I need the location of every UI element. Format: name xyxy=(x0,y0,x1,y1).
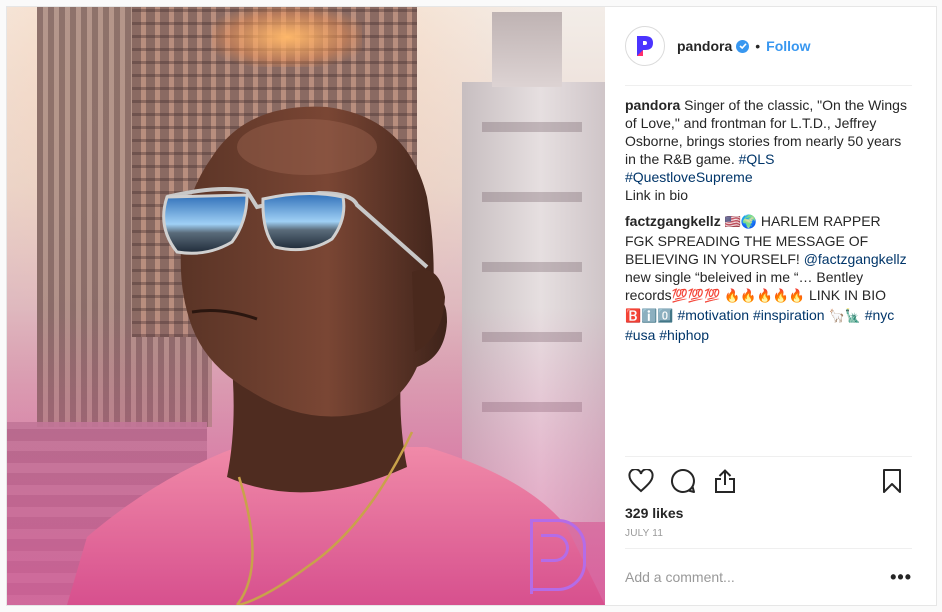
post-date[interactable]: JULY 11 xyxy=(625,526,912,548)
post-actions xyxy=(625,456,912,504)
hashtag-link[interactable]: #motivation xyxy=(677,307,749,323)
comment-icon[interactable] xyxy=(667,465,699,497)
comment-username[interactable]: factzgangkellz xyxy=(625,213,721,229)
post-header: pandora • Follow xyxy=(625,7,912,86)
instagram-post: pandora • Follow pandora Singer of the c… xyxy=(6,6,937,606)
flag-globe-emoji: 🇺🇸🌍 xyxy=(724,215,757,230)
hashtag-link[interactable]: #QuestloveSupreme xyxy=(625,169,753,185)
hashtag-link[interactable]: #inspiration xyxy=(753,307,825,323)
comment-text: LINK IN BIO xyxy=(808,287,886,303)
comments-list: pandora Singer of the classic, "On the W… xyxy=(605,86,936,456)
follow-button[interactable]: Follow xyxy=(766,38,810,54)
photo-man-portrait xyxy=(67,106,605,605)
mention-link[interactable]: @factzgangkellz xyxy=(804,251,907,267)
account-username[interactable]: pandora xyxy=(677,38,732,54)
hashtag-link[interactable]: #usa xyxy=(625,327,655,343)
llama-liberty-emoji: 🦙🗽 xyxy=(828,309,861,324)
post-photo[interactable] xyxy=(7,7,605,605)
hundred-emoji: 💯💯💯 xyxy=(671,289,721,304)
header-separator: • xyxy=(755,38,761,54)
verified-badge-icon xyxy=(736,39,750,53)
more-options-icon[interactable]: ••• xyxy=(890,567,912,588)
add-comment-bar: ••• xyxy=(625,548,912,605)
hashtag-link[interactable]: #nyc xyxy=(865,307,895,323)
comment-input[interactable] xyxy=(625,569,865,585)
caption-link-in-bio: Link in bio xyxy=(625,187,689,203)
hashtag-link[interactable]: #QLS xyxy=(739,151,775,167)
bio-emoji: 🅱️ℹ️0️⃣ xyxy=(625,309,674,324)
pandora-logo-icon[interactable] xyxy=(625,26,665,66)
heart-icon[interactable] xyxy=(625,465,657,497)
bookmark-icon[interactable] xyxy=(876,465,908,497)
comment-item: factzgangkellz 🇺🇸🌍 HARLEM RAPPER FGK SPR… xyxy=(625,212,912,344)
caption-username[interactable]: pandora xyxy=(625,97,680,113)
share-icon[interactable] xyxy=(709,465,741,497)
fire-emoji: 🔥🔥🔥🔥🔥 xyxy=(724,289,806,304)
post-side-panel: pandora • Follow pandora Singer of the c… xyxy=(605,7,936,605)
hashtag-link[interactable]: #hiphop xyxy=(659,327,709,343)
pandora-watermark-logo xyxy=(530,519,586,594)
likes-count[interactable]: 329 likes xyxy=(625,504,912,526)
caption: pandora Singer of the classic, "On the W… xyxy=(625,96,912,204)
